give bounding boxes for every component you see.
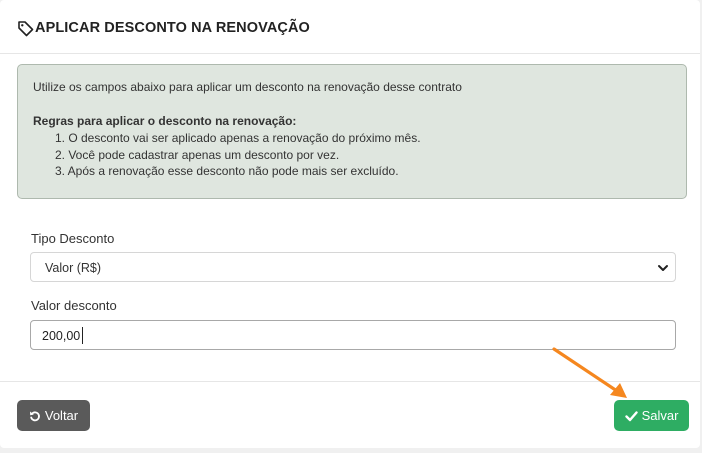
rule-item: 1. O desconto vai ser aplicado apenas a … <box>55 131 421 145</box>
valor-desconto-value: 200,00 <box>42 329 81 343</box>
rules-title: Regras para aplicar o desconto na renova… <box>33 114 297 128</box>
save-button[interactable]: Salvar <box>614 400 689 431</box>
back-button-label: Voltar <box>44 408 79 423</box>
valor-desconto-label: Valor desconto <box>31 298 117 313</box>
rule-item: 2. Você pode cadastrar apenas um descont… <box>55 147 340 162</box>
check-icon <box>624 410 638 421</box>
info-alert: Utilize os campos abaixo para aplicar um… <box>17 64 687 199</box>
rules-list: 1. O desconto vai ser aplicado apenas a … <box>55 130 421 180</box>
annotation-arrow-icon <box>552 347 627 398</box>
tag-icon <box>18 21 34 37</box>
tipo-desconto-label: Tipo Desconto <box>31 231 115 246</box>
discount-modal: APLICAR DESCONTO NA RENOVAÇÃO Utilize os… <box>0 0 700 448</box>
tipo-desconto-value: Valor (R$) <box>45 261 102 275</box>
info-intro: Utilize os campos abaixo para aplicar um… <box>33 80 462 94</box>
undo-icon <box>29 410 40 421</box>
modal-header: APLICAR DESCONTO NA RENOVAÇÃO <box>0 0 700 54</box>
tipo-desconto-select[interactable]: Valor (R$) <box>30 252 676 282</box>
chevron-down-icon <box>658 265 668 271</box>
modal-title: APLICAR DESCONTO NA RENOVAÇÃO <box>35 20 310 36</box>
rule-item: 3. Após a renovação esse desconto não po… <box>55 164 399 178</box>
save-button-label: Salvar <box>641 408 679 423</box>
text-caret <box>82 327 83 344</box>
back-button[interactable]: Voltar <box>17 400 90 431</box>
